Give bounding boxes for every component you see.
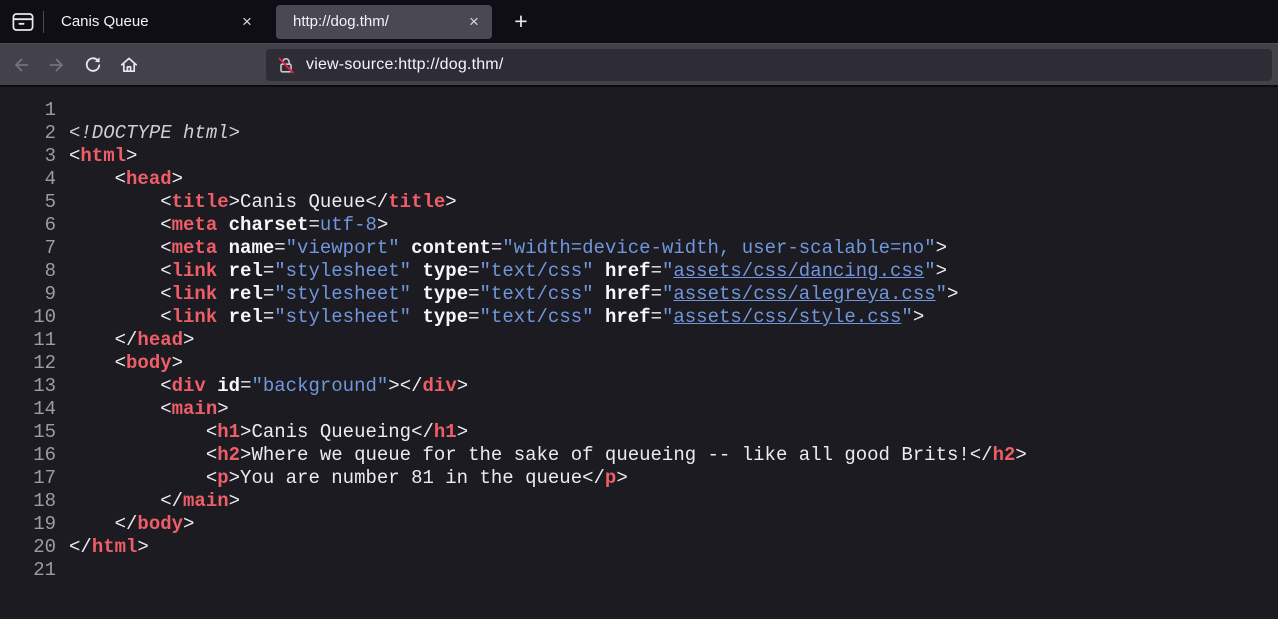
tab-close-icon[interactable]: × xyxy=(462,10,486,34)
url-bar[interactable]: view-source:http://dog.thm/ xyxy=(266,49,1272,81)
source-line: 21 xyxy=(0,559,1278,582)
line-number: 20 xyxy=(0,536,56,559)
line-code: <head> xyxy=(56,168,183,191)
tab-bar: Canis Queue × http://dog.thm/ × + xyxy=(0,0,1278,43)
source-code: 12<!DOCTYPE html>3<html>4 <head>5 <title… xyxy=(0,99,1278,582)
stylesheet-href-link[interactable]: assets/css/alegreya.css xyxy=(673,283,935,305)
firefox-view-button[interactable] xyxy=(7,6,39,38)
line-code: <main> xyxy=(56,398,229,421)
line-number: 18 xyxy=(0,490,56,513)
line-number: 6 xyxy=(0,214,56,237)
navigation-toolbar: view-source:http://dog.thm/ xyxy=(0,43,1278,87)
forward-button[interactable] xyxy=(42,50,72,80)
view-source-content: 12<!DOCTYPE html>3<html>4 <head>5 <title… xyxy=(0,87,1278,617)
line-code: <link rel="stylesheet" type="text/css" h… xyxy=(56,260,947,283)
line-number: 8 xyxy=(0,260,56,283)
tab-canis-queue[interactable]: Canis Queue × xyxy=(44,5,265,39)
home-icon xyxy=(119,55,139,75)
line-code: <h2>Where we queue for the sake of queue… xyxy=(56,444,1027,467)
back-icon xyxy=(11,55,31,75)
line-code: </html> xyxy=(56,536,149,559)
source-line: 1 xyxy=(0,99,1278,122)
line-number: 13 xyxy=(0,375,56,398)
home-button[interactable] xyxy=(114,50,144,80)
source-line: 11 </head> xyxy=(0,329,1278,352)
line-code: <h1>Canis Queueing</h1> xyxy=(56,421,468,444)
line-number: 3 xyxy=(0,145,56,168)
line-code xyxy=(56,99,69,122)
line-number: 4 xyxy=(0,168,56,191)
line-number: 17 xyxy=(0,467,56,490)
line-code: <title>Canis Queue</title> xyxy=(56,191,457,214)
line-number: 14 xyxy=(0,398,56,421)
firefox-view-icon xyxy=(12,12,34,32)
line-code: <meta name="viewport" content="width=dev… xyxy=(56,237,947,260)
line-code: <div id="background"></div> xyxy=(56,375,468,398)
tab-title: http://dog.thm/ xyxy=(293,13,462,30)
line-number: 12 xyxy=(0,352,56,375)
source-line: 14 <main> xyxy=(0,398,1278,421)
reload-icon xyxy=(83,55,103,75)
source-line: 12 <body> xyxy=(0,352,1278,375)
line-number: 16 xyxy=(0,444,56,467)
stylesheet-href-link[interactable]: assets/css/dancing.css xyxy=(673,260,924,282)
source-line: 3<html> xyxy=(0,145,1278,168)
line-number: 11 xyxy=(0,329,56,352)
source-line: 15 <h1>Canis Queueing</h1> xyxy=(0,421,1278,444)
line-number: 19 xyxy=(0,513,56,536)
url-text: view-source:http://dog.thm/ xyxy=(306,56,504,74)
source-line: 13 <div id="background"></div> xyxy=(0,375,1278,398)
forward-icon xyxy=(47,55,67,75)
line-code: <link rel="stylesheet" type="text/css" h… xyxy=(56,306,924,329)
line-number: 2 xyxy=(0,122,56,145)
line-number: 21 xyxy=(0,559,56,582)
line-number: 7 xyxy=(0,237,56,260)
line-code: <!DOCTYPE html> xyxy=(56,122,240,145)
tab-title: Canis Queue xyxy=(61,13,235,30)
source-line: 5 <title>Canis Queue</title> xyxy=(0,191,1278,214)
line-code: <meta charset=utf-8> xyxy=(56,214,388,237)
line-code xyxy=(56,559,69,582)
stylesheet-href-link[interactable]: assets/css/style.css xyxy=(673,306,901,328)
line-number: 9 xyxy=(0,283,56,306)
source-line: 19 </body> xyxy=(0,513,1278,536)
line-code: <body> xyxy=(56,352,183,375)
line-code: </body> xyxy=(56,513,194,536)
source-line: 7 <meta name="viewport" content="width=d… xyxy=(0,237,1278,260)
new-tab-button[interactable]: + xyxy=(505,6,537,38)
source-line: 16 <h2>Where we queue for the sake of qu… xyxy=(0,444,1278,467)
insecure-lock-icon[interactable] xyxy=(276,55,296,75)
line-number: 5 xyxy=(0,191,56,214)
source-line: 2<!DOCTYPE html> xyxy=(0,122,1278,145)
browser-window: Canis Queue × http://dog.thm/ × + xyxy=(0,0,1278,617)
line-number: 1 xyxy=(0,99,56,122)
line-code: </main> xyxy=(56,490,240,513)
line-number: 15 xyxy=(0,421,56,444)
source-line: 17 <p>You are number 81 in the queue</p> xyxy=(0,467,1278,490)
source-line: 4 <head> xyxy=(0,168,1278,191)
reload-button[interactable] xyxy=(78,50,108,80)
source-line: 6 <meta charset=utf-8> xyxy=(0,214,1278,237)
source-line: 10 <link rel="stylesheet" type="text/css… xyxy=(0,306,1278,329)
line-code: </head> xyxy=(56,329,194,352)
line-code: <html> xyxy=(56,145,137,168)
source-line: 20</html> xyxy=(0,536,1278,559)
source-line: 8 <link rel="stylesheet" type="text/css"… xyxy=(0,260,1278,283)
tab-close-icon[interactable]: × xyxy=(235,10,259,34)
back-button[interactable] xyxy=(6,50,36,80)
line-code: <link rel="stylesheet" type="text/css" h… xyxy=(56,283,958,306)
tab-dog-thm[interactable]: http://dog.thm/ × xyxy=(276,5,492,39)
source-line: 9 <link rel="stylesheet" type="text/css"… xyxy=(0,283,1278,306)
source-line: 18 </main> xyxy=(0,490,1278,513)
line-code: <p>You are number 81 in the queue</p> xyxy=(56,467,628,490)
line-number: 10 xyxy=(0,306,56,329)
